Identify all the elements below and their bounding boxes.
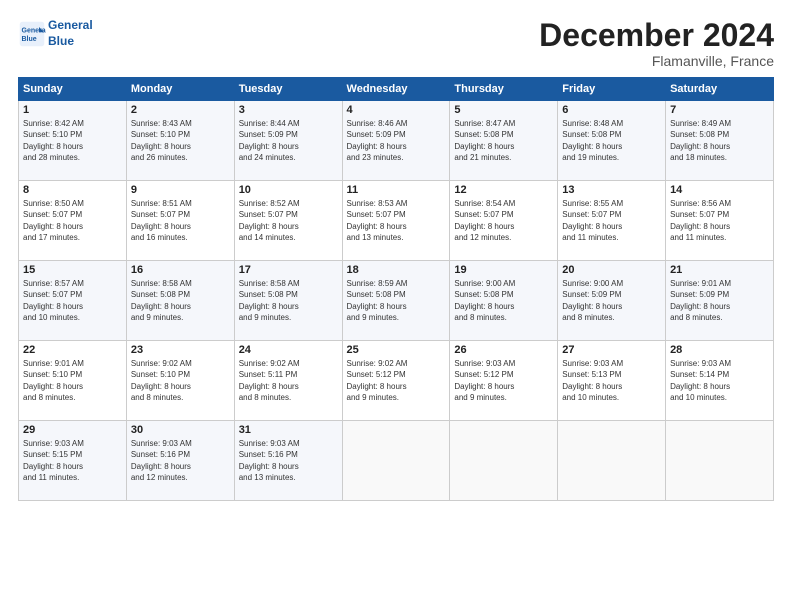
table-row: 9Sunrise: 8:51 AMSunset: 5:07 PMDaylight… bbox=[126, 181, 234, 261]
table-row: 20Sunrise: 9:00 AMSunset: 5:09 PMDayligh… bbox=[558, 261, 666, 341]
calendar-page: General Blue General Blue December 2024 … bbox=[0, 0, 792, 612]
table-row: 19Sunrise: 9:00 AMSunset: 5:08 PMDayligh… bbox=[450, 261, 558, 341]
table-row: 8Sunrise: 8:50 AMSunset: 5:07 PMDaylight… bbox=[19, 181, 127, 261]
table-row: 16Sunrise: 8:58 AMSunset: 5:08 PMDayligh… bbox=[126, 261, 234, 341]
table-row: 26Sunrise: 9:03 AMSunset: 5:12 PMDayligh… bbox=[450, 341, 558, 421]
col-tuesday: Tuesday bbox=[234, 78, 342, 101]
table-row: 24Sunrise: 9:02 AMSunset: 5:11 PMDayligh… bbox=[234, 341, 342, 421]
col-sunday: Sunday bbox=[19, 78, 127, 101]
table-row: 7Sunrise: 8:49 AMSunset: 5:08 PMDaylight… bbox=[666, 101, 774, 181]
table-row: 15Sunrise: 8:57 AMSunset: 5:07 PMDayligh… bbox=[19, 261, 127, 341]
header-row: Sunday Monday Tuesday Wednesday Thursday… bbox=[19, 78, 774, 101]
title-block: December 2024 Flamanville, France bbox=[539, 18, 774, 69]
table-row: 22Sunrise: 9:01 AMSunset: 5:10 PMDayligh… bbox=[19, 341, 127, 421]
table-row: 2Sunrise: 8:43 AMSunset: 5:10 PMDaylight… bbox=[126, 101, 234, 181]
table-row: 10Sunrise: 8:52 AMSunset: 5:07 PMDayligh… bbox=[234, 181, 342, 261]
table-row: 27Sunrise: 9:03 AMSunset: 5:13 PMDayligh… bbox=[558, 341, 666, 421]
col-friday: Friday bbox=[558, 78, 666, 101]
table-row: 29Sunrise: 9:03 AMSunset: 5:15 PMDayligh… bbox=[19, 421, 127, 501]
header: General Blue General Blue December 2024 … bbox=[18, 18, 774, 69]
table-row: 23Sunrise: 9:02 AMSunset: 5:10 PMDayligh… bbox=[126, 341, 234, 421]
table-row: 12Sunrise: 8:54 AMSunset: 5:07 PMDayligh… bbox=[450, 181, 558, 261]
table-row: 25Sunrise: 9:02 AMSunset: 5:12 PMDayligh… bbox=[342, 341, 450, 421]
month-title: December 2024 bbox=[539, 18, 774, 53]
table-row bbox=[450, 421, 558, 501]
table-row bbox=[558, 421, 666, 501]
table-row: 6Sunrise: 8:48 AMSunset: 5:08 PMDaylight… bbox=[558, 101, 666, 181]
col-monday: Monday bbox=[126, 78, 234, 101]
location-title: Flamanville, France bbox=[539, 53, 774, 69]
col-thursday: Thursday bbox=[450, 78, 558, 101]
table-row: 17Sunrise: 8:58 AMSunset: 5:08 PMDayligh… bbox=[234, 261, 342, 341]
calendar-table: Sunday Monday Tuesday Wednesday Thursday… bbox=[18, 77, 774, 501]
logo-text-general: General bbox=[48, 18, 93, 34]
col-wednesday: Wednesday bbox=[342, 78, 450, 101]
logo-text-blue: Blue bbox=[48, 34, 93, 50]
logo-icon: General Blue bbox=[18, 20, 46, 48]
col-saturday: Saturday bbox=[666, 78, 774, 101]
table-row bbox=[342, 421, 450, 501]
table-row: 4Sunrise: 8:46 AMSunset: 5:09 PMDaylight… bbox=[342, 101, 450, 181]
table-row: 5Sunrise: 8:47 AMSunset: 5:08 PMDaylight… bbox=[450, 101, 558, 181]
svg-text:Blue: Blue bbox=[22, 36, 37, 43]
table-row: 14Sunrise: 8:56 AMSunset: 5:07 PMDayligh… bbox=[666, 181, 774, 261]
table-row: 31Sunrise: 9:03 AMSunset: 5:16 PMDayligh… bbox=[234, 421, 342, 501]
table-row: 30Sunrise: 9:03 AMSunset: 5:16 PMDayligh… bbox=[126, 421, 234, 501]
table-row: 28Sunrise: 9:03 AMSunset: 5:14 PMDayligh… bbox=[666, 341, 774, 421]
table-row: 18Sunrise: 8:59 AMSunset: 5:08 PMDayligh… bbox=[342, 261, 450, 341]
table-row: 13Sunrise: 8:55 AMSunset: 5:07 PMDayligh… bbox=[558, 181, 666, 261]
table-row: 3Sunrise: 8:44 AMSunset: 5:09 PMDaylight… bbox=[234, 101, 342, 181]
table-row: 1Sunrise: 8:42 AMSunset: 5:10 PMDaylight… bbox=[19, 101, 127, 181]
table-row bbox=[666, 421, 774, 501]
table-row: 11Sunrise: 8:53 AMSunset: 5:07 PMDayligh… bbox=[342, 181, 450, 261]
logo: General Blue General Blue bbox=[18, 18, 93, 49]
table-row: 21Sunrise: 9:01 AMSunset: 5:09 PMDayligh… bbox=[666, 261, 774, 341]
